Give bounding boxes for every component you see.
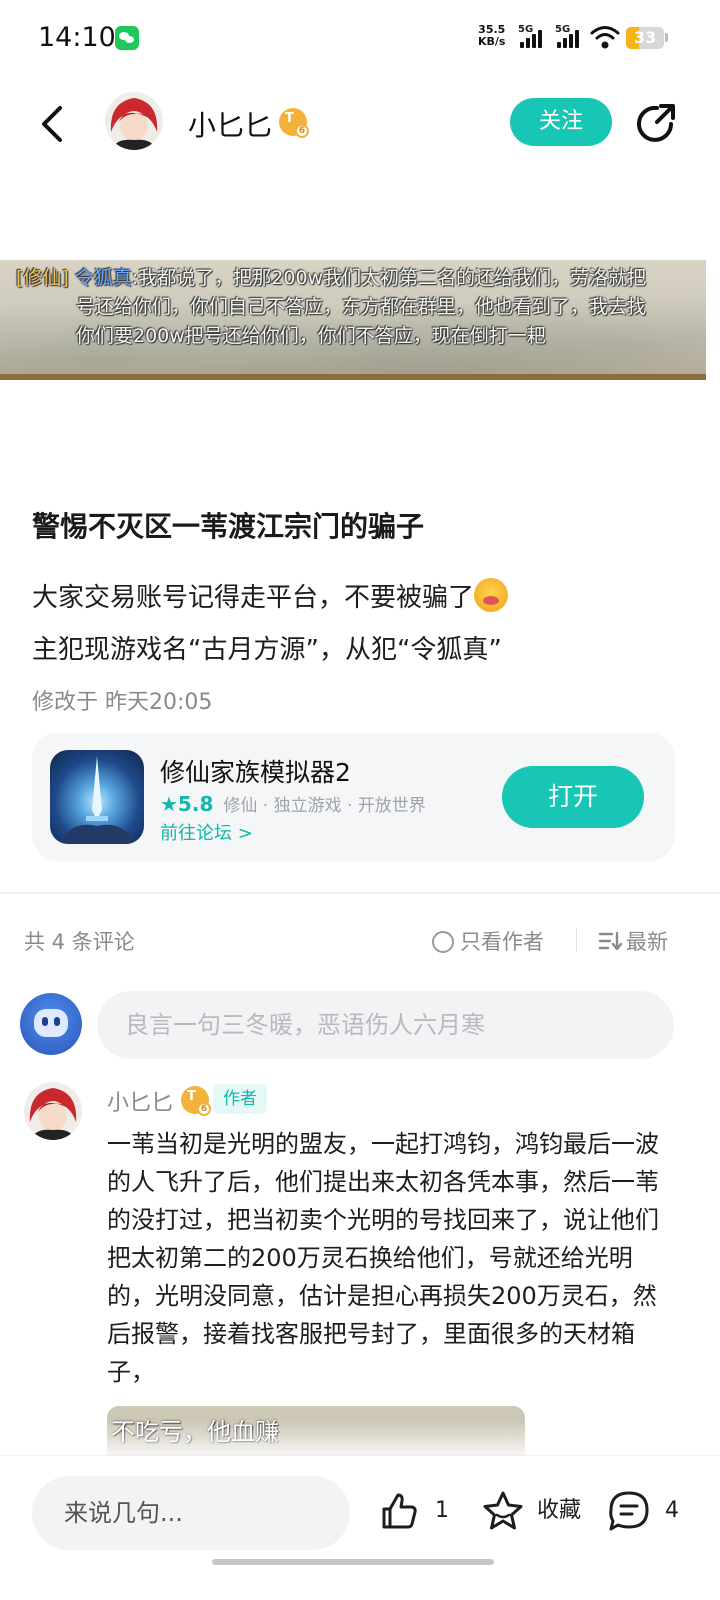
sort-latest-button[interactable]: 最新: [598, 926, 668, 956]
favorite-label: 收藏: [537, 1498, 582, 1523]
post-modified-time: 修改于 昨天20:05: [32, 690, 213, 715]
status-bar: 14:10 35.5 KB/s 5G 5G 33: [0, 0, 720, 78]
post-header: 小匕匕 T6 关注: [0, 80, 720, 170]
author-avatar[interactable]: [105, 92, 163, 150]
comment-input[interactable]: 良言一句三冬暖，恶语伤人六月寒: [97, 991, 674, 1059]
chat-line: :我都说了，把那200w我们太初第二名的还给我们，劳洛就把: [131, 267, 647, 289]
post-body: 大家交易账号记得走平台，不要被骗了 主犯现游戏名“古月方源”，从犯“令狐真”: [32, 572, 692, 676]
commenter-avatar[interactable]: [24, 1082, 82, 1140]
game-tags: 修仙 · 独立游戏 · 开放世界: [223, 796, 426, 816]
game-name: 修仙家族模拟器2: [160, 758, 351, 787]
commenter-name[interactable]: 小匕匕: [107, 1085, 173, 1117]
my-avatar[interactable]: [20, 993, 82, 1055]
back-arrow-icon[interactable]: [32, 102, 72, 146]
author-only-toggle[interactable]: 只看作者: [432, 926, 544, 956]
radio-circle-icon: [432, 931, 454, 953]
favorite-button[interactable]: 收藏: [480, 1486, 581, 1536]
post-title: 警惕不灭区一苇渡江宗门的骗子: [32, 510, 425, 543]
game-card[interactable]: 修仙家族模拟器2 ★5.8 修仙 · 独立游戏 · 开放世界 前往论坛 > 打开: [32, 733, 675, 861]
level-badge-icon: T6: [181, 1086, 211, 1116]
chat-channel-tag: [修仙]: [16, 267, 69, 289]
bottom-action-bar: 来说几句... 1 收藏 4: [0, 1455, 720, 1567]
follow-button[interactable]: 关注: [510, 98, 612, 146]
thumbs-up-icon: [382, 1493, 417, 1529]
chat-line: 号还给你们，你们自己不答应，东方都在群里，他也看到了，我去找: [76, 296, 647, 318]
network-speed: 35.5 KB/s: [478, 23, 506, 48]
chat-speaker: 令狐真: [74, 267, 132, 289]
divider: [0, 892, 720, 894]
share-icon[interactable]: [633, 100, 679, 146]
star-icon: [483, 1491, 523, 1530]
author-name[interactable]: 小匕匕: [188, 104, 272, 144]
like-button[interactable]: 1: [378, 1486, 449, 1536]
battery-icon: 33: [626, 27, 664, 49]
comment-count: 共 4 条评论: [24, 930, 135, 954]
signal-icon: 5G: [555, 24, 585, 50]
open-game-button[interactable]: 打开: [502, 766, 644, 828]
comments-button[interactable]: 4: [606, 1486, 679, 1536]
level-badge-icon: T6: [279, 108, 309, 138]
comment-count-badge: 4: [665, 1498, 679, 1523]
game-app-icon[interactable]: [50, 750, 144, 844]
forum-link[interactable]: 前往论坛 >: [160, 819, 253, 845]
home-indicator[interactable]: [212, 1559, 494, 1565]
comment-text[interactable]: 一苇当初是光明的盟友，一起打鸿钧，鸿钧最后一波的人飞升了后，他们提出来太初各凭本…: [107, 1125, 667, 1391]
wifi-icon: [590, 26, 620, 49]
chat-line: 你们要200w把号还给你们，你们不答应，现在倒打一耙: [76, 325, 546, 347]
status-time: 14:10: [38, 22, 116, 53]
comment-bubble-icon: [609, 1491, 649, 1531]
sort-icon: [598, 931, 623, 951]
emoji-icon: [474, 578, 509, 612]
reply-input[interactable]: 来说几句...: [32, 1476, 350, 1550]
game-rating: ★5.8: [160, 792, 214, 816]
author-tag: 作者: [213, 1084, 267, 1114]
post-image[interactable]: [修仙] 令狐真:我都说了，把那200w我们太初第二名的还给我们，劳洛就把 号还…: [0, 260, 706, 380]
signal-icon: 5G: [518, 24, 548, 50]
game-meta: ★5.8 修仙 · 独立游戏 · 开放世界: [160, 791, 426, 816]
like-count: 1: [435, 1498, 449, 1523]
wechat-notification-icon: [115, 26, 139, 50]
